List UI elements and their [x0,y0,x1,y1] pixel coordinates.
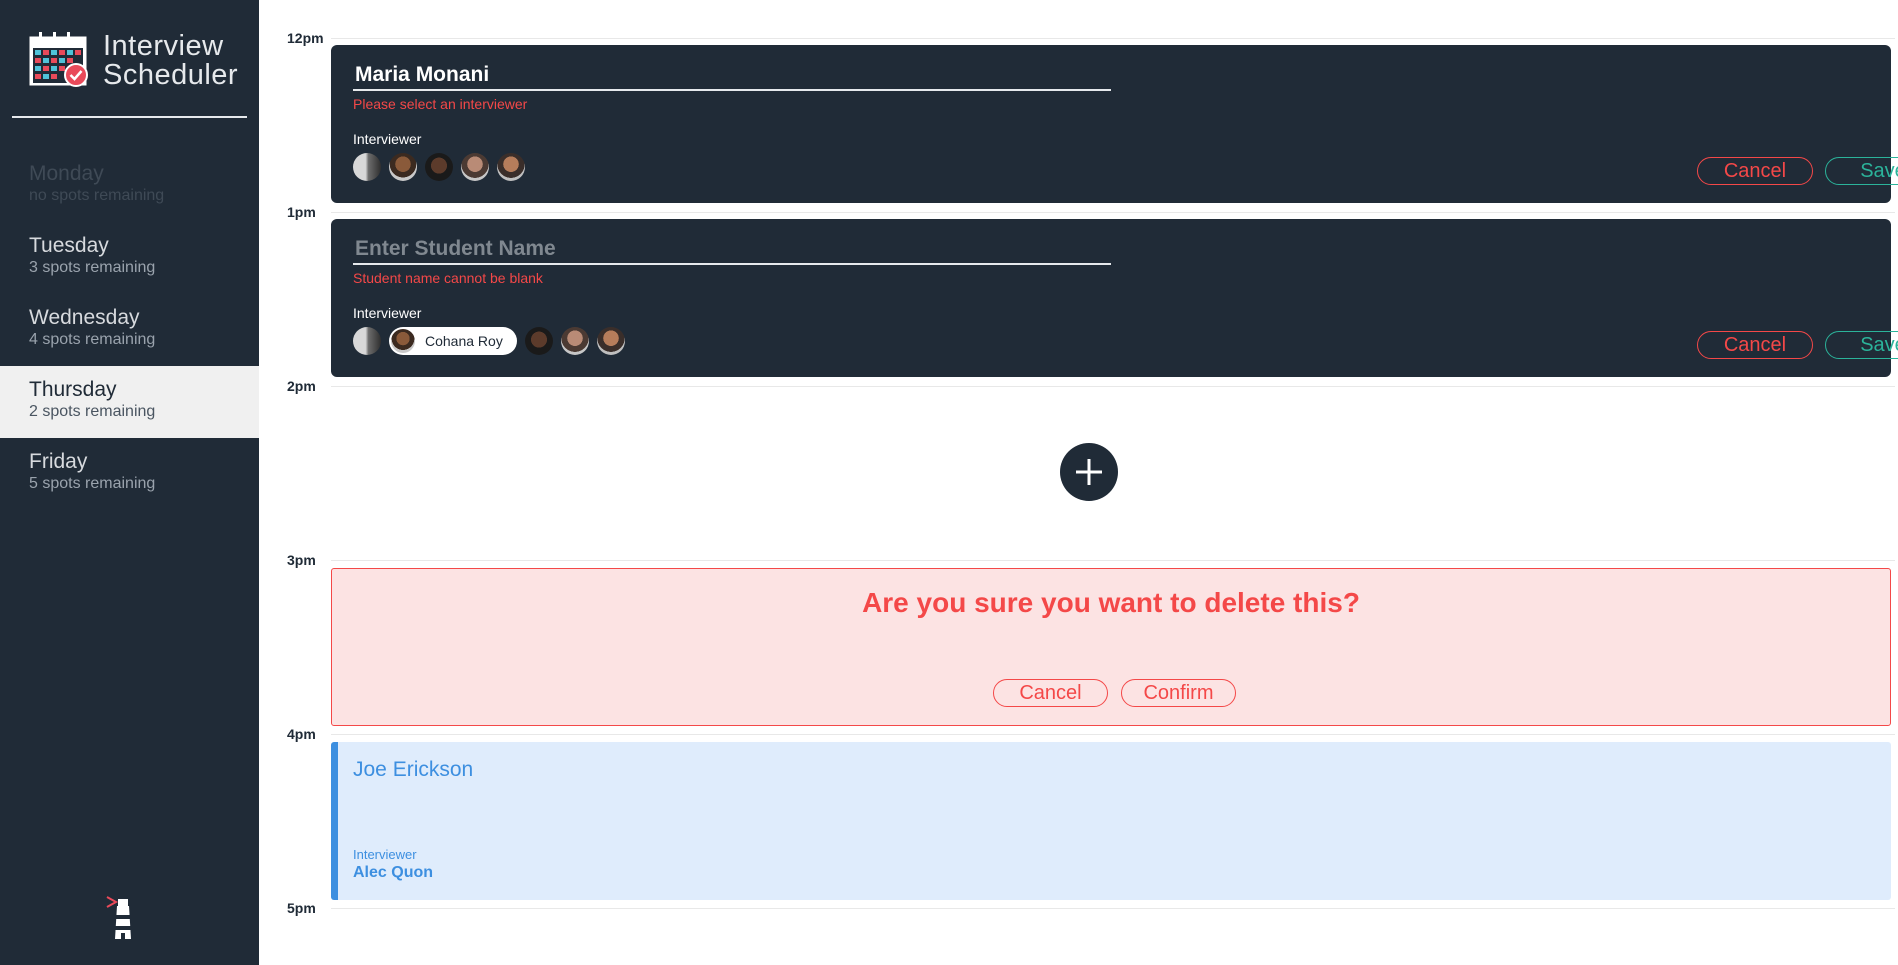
day-spots: 5 spots remaining [29,475,156,492]
day-name: Thursday [29,378,117,401]
appointment-card[interactable]: Joe Erickson Interviewer Alec Quon [331,742,1891,900]
schedule: 12pm 1pm 2pm 3pm 4pm 5pm Please select a… [259,0,1898,965]
interviewer-list [353,153,525,181]
interviewer-label: Interviewer [353,305,422,321]
interviewer-avatar[interactable] [497,153,525,181]
app-title-line-2: Scheduler [103,59,239,91]
save-button[interactable]: Save [1825,157,1898,185]
interviewer-name: Cohana Roy [425,333,503,349]
validation-message: Student name cannot be blank [353,270,543,286]
save-button[interactable]: Save [1825,331,1898,359]
hour-label: 3pm [287,552,316,568]
interviewer-avatar[interactable] [560,327,589,355]
add-appointment-button[interactable] [1060,443,1118,501]
hour-label: 5pm [287,900,316,916]
interviewer-selected[interactable]: Cohana Roy [389,327,517,355]
day-spots: no spots remaining [29,187,165,204]
day-item-friday[interactable]: Friday 5 spots remaining [0,438,259,510]
hour-divider [331,908,1895,909]
confirm-message: Are you sure you want to delete this? [862,587,1360,618]
hour-label: 2pm [287,378,316,394]
hour-divider [331,560,1895,561]
day-item-monday[interactable]: Monday no spots remaining [0,150,259,222]
day-spots: 4 spots remaining [29,331,156,348]
day-item-wednesday[interactable]: Wednesday 4 spots remaining [0,294,259,366]
sidebar-divider [12,116,247,118]
delete-confirmation: Are you sure you want to delete this? Ca… [331,568,1891,726]
student-name-input[interactable] [353,61,1111,91]
cancel-button[interactable]: Cancel [1697,331,1813,359]
day-item-tuesday[interactable]: Tuesday 3 spots remaining [0,222,259,294]
day-name: Tuesday [29,234,109,257]
calendar-check-icon [29,32,88,87]
hour-divider [331,386,1895,387]
interviewer-avatar[interactable] [461,153,489,181]
student-name-input[interactable] [353,235,1111,265]
hour-divider [331,734,1895,735]
interviewer-list: Cohana Roy [353,327,625,355]
day-name: Monday [29,162,104,185]
cancel-button[interactable]: Cancel [993,679,1108,707]
interviewer-name: Alec Quon [353,864,434,881]
day-name: Wednesday [29,306,140,329]
day-item-thursday[interactable]: Thursday 2 spots remaining [0,366,259,438]
interviewer-avatar[interactable] [353,327,381,355]
hour-divider [331,212,1895,213]
hour-label: 1pm [287,204,316,220]
lighthouse-icon [106,896,131,939]
hour-divider [331,38,1895,39]
validation-message: Please select an interviewer [353,96,528,112]
sidebar: Interview Scheduler Monday no spots rema… [0,0,259,965]
day-spots: 3 spots remaining [29,259,156,276]
hour-label: 4pm [287,726,316,742]
day-list: Monday no spots remaining Tuesday 3 spot… [0,150,259,510]
student-name: Joe Erickson [353,758,474,781]
appointment-form: Student name cannot be blank Interviewer… [331,219,1898,377]
cancel-button[interactable]: Cancel [1697,157,1813,185]
interviewer-label: Interviewer [353,131,422,147]
confirm-button[interactable]: Confirm [1121,679,1236,707]
plus-icon [1076,459,1102,485]
app-title: Interview Scheduler [103,32,238,90]
interviewer-avatar[interactable] [524,327,553,355]
hour-label: 12pm [287,30,324,46]
day-name: Friday [29,450,88,473]
interviewer-avatar[interactable] [389,153,417,181]
day-spots: 2 spots remaining [29,403,156,420]
interviewer-label: Interviewer [353,847,417,862]
interviewer-avatar[interactable] [425,153,453,181]
interviewer-avatar[interactable] [596,327,625,355]
interviewer-avatar[interactable] [353,153,381,181]
app-title-line-1: Interview [103,30,224,62]
appointment-form: Please select an interviewer Interviewer… [331,45,1898,203]
interviewer-avatar [391,329,415,353]
